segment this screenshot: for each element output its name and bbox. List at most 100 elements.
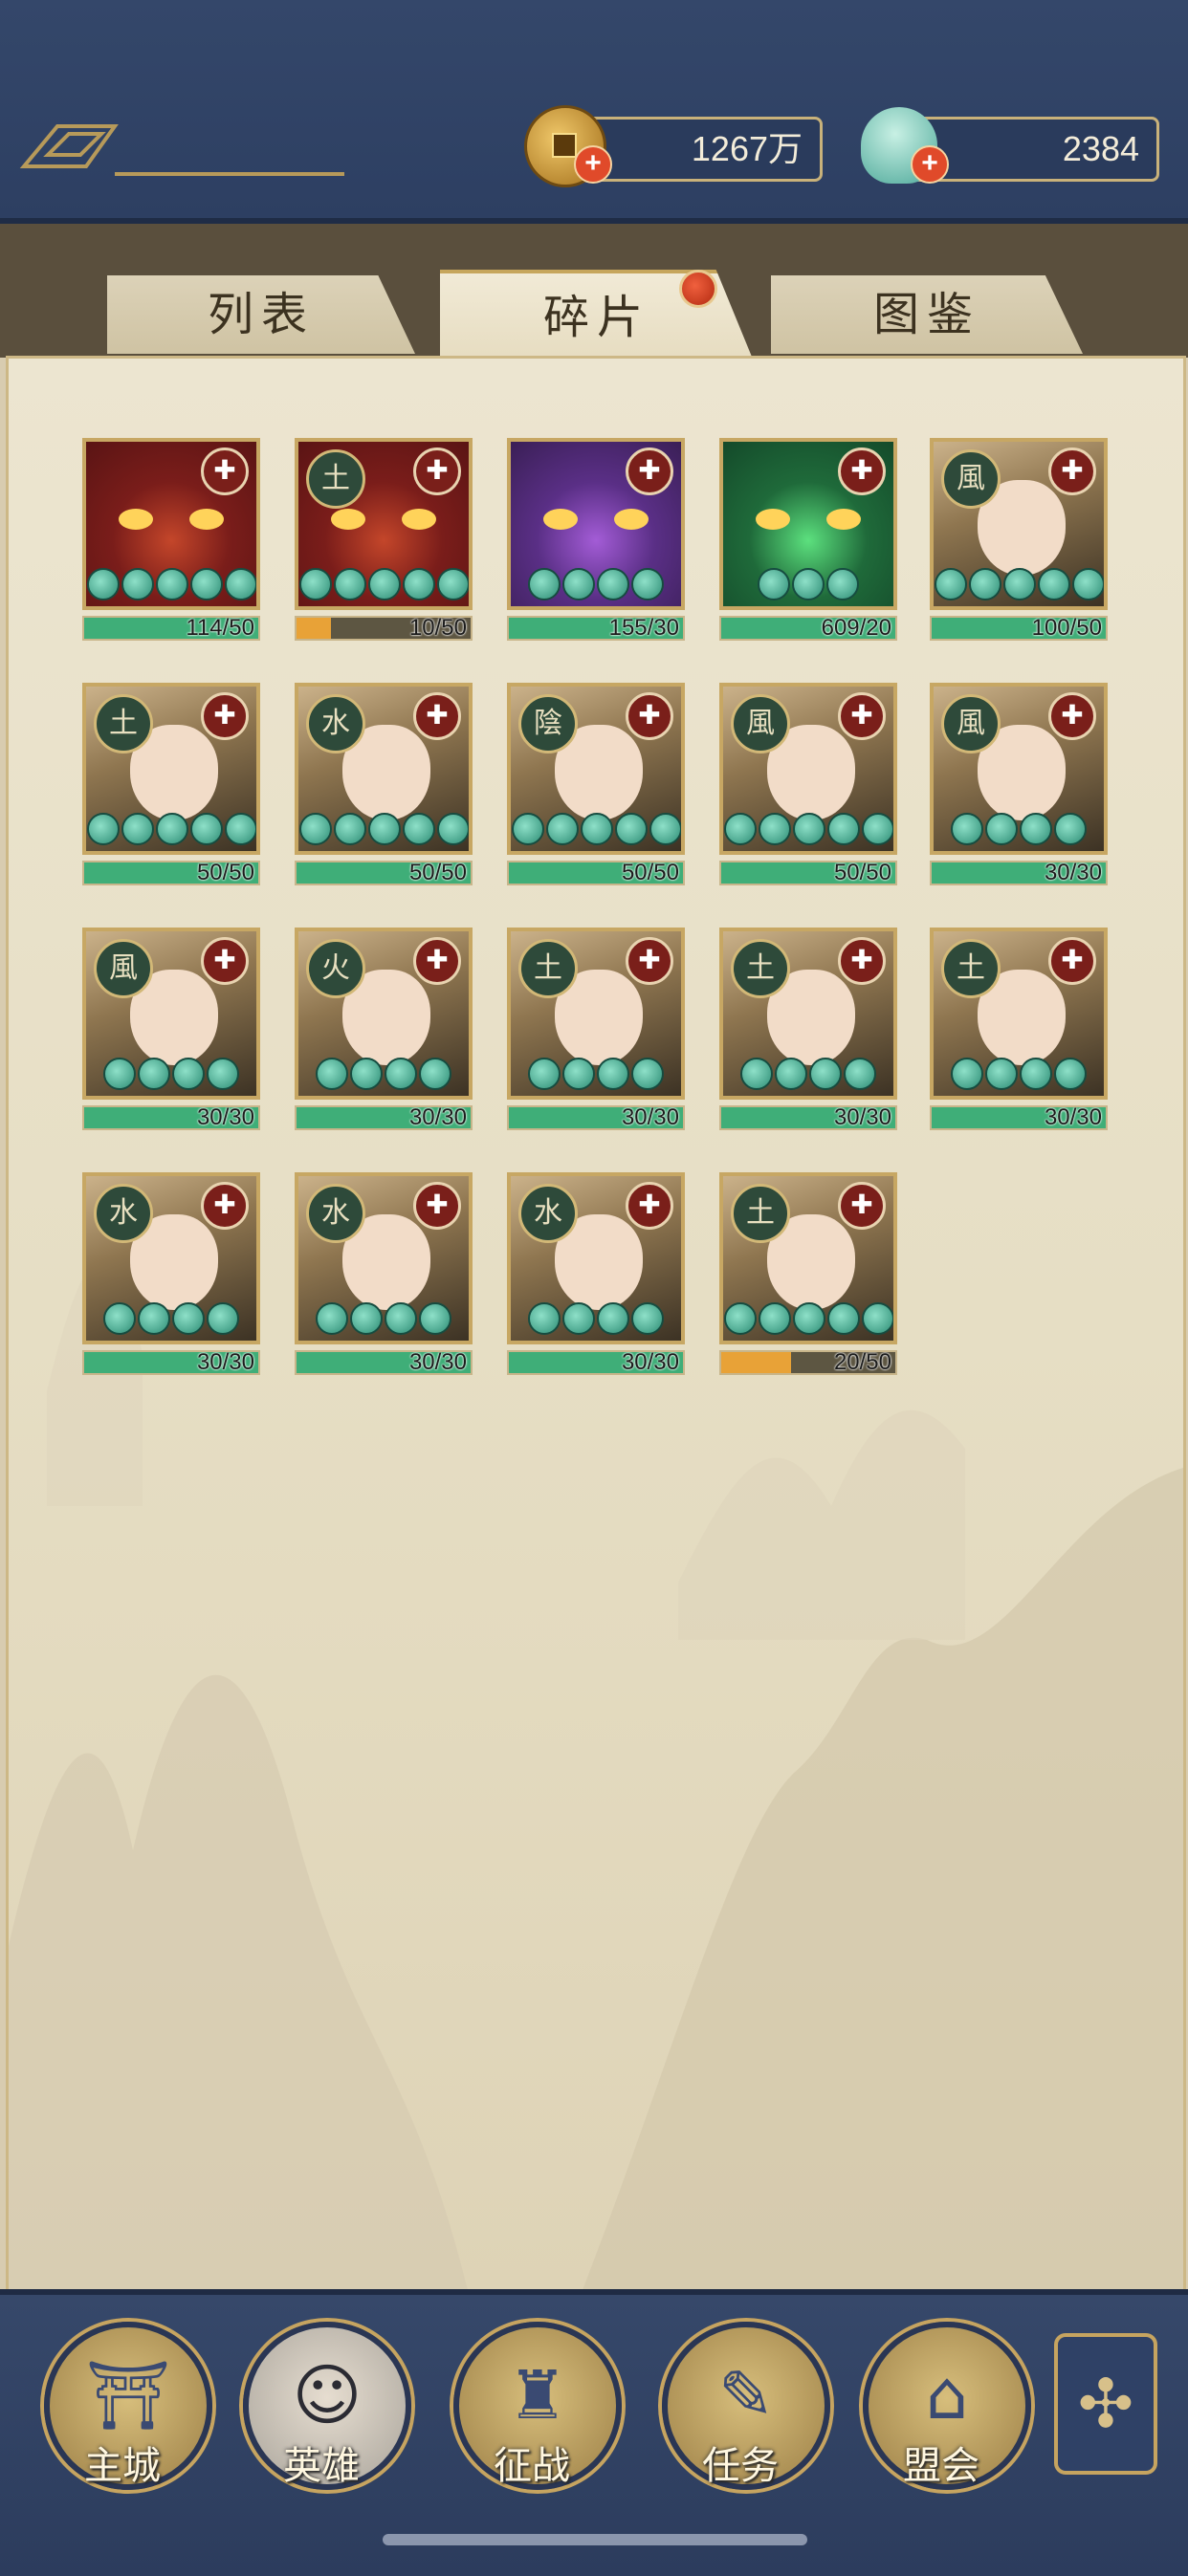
jade-star-icon [1038,568,1070,600]
hero-fragment-card[interactable]: 土 ✚ [930,928,1108,1100]
star-rating [86,813,256,845]
home-indicator[interactable] [383,2534,807,2545]
star-rating [511,1302,681,1335]
star-rating [723,568,893,600]
nav-battle-label: 征战 [494,2444,570,2488]
jade-star-icon [597,1302,629,1335]
jade-star-icon [103,1058,136,1090]
cloud-pattern-icon [19,124,344,176]
hero-fragment-card[interactable]: 風 ✚ [930,438,1108,610]
jade-star-icon [935,568,967,600]
hero-fragment-card[interactable]: 水 ✚ [295,683,473,855]
progress-text: 30/30 [196,1105,254,1130]
element-badge-icon: 土 [731,939,790,998]
jade-star-icon [121,568,154,600]
progress-text: 30/30 [621,1350,679,1375]
jade-star-icon [419,1058,451,1090]
jade-star-icon [969,568,1001,600]
jade-star-icon [528,568,561,600]
jade-star-icon [597,1058,629,1090]
jade-star-icon [793,813,825,845]
puzzle-piece-icon: ✚ [1048,937,1096,985]
hero-fragment-card[interactable]: 土 ✚ [719,928,897,1100]
element-badge-icon: 土 [941,939,1001,998]
nav-main-city-label: 主城 [84,2444,161,2488]
hero-fragment-card[interactable]: 風 ✚ [930,683,1108,855]
jade-star-icon [1054,813,1087,845]
mask-eyes-icon [543,509,649,537]
tab-codex-label: 图鉴 [872,288,980,341]
top-bar: 1267万 + 2384 + [0,0,1188,224]
jade-star-icon [844,1058,876,1090]
fragment-progress-bar: 100/50 [930,616,1108,641]
jade-star-icon [528,1058,561,1090]
jade-star-icon [138,1058,170,1090]
hero-fragment-card[interactable]: ✚ [82,438,260,610]
jade-star-icon [316,1058,348,1090]
hero-fragment-card[interactable]: 陰 ✚ [507,683,685,855]
jade-star-icon [207,1302,239,1335]
hero-fragment-card[interactable]: 風 ✚ [719,683,897,855]
tab-list-label: 列表 [207,288,315,341]
jade-star-icon [299,568,332,600]
puzzle-piece-icon: ✚ [413,937,461,985]
hero-fragment-card[interactable]: 風 ✚ [82,928,260,1100]
hero-fragment-card[interactable]: 土 ✚ [507,928,685,1100]
jade-star-icon [172,1058,205,1090]
element-badge-icon: 土 [94,694,153,753]
hero-fragment-card[interactable]: 水 ✚ [295,1172,473,1344]
jade-star-icon [350,1302,383,1335]
fragment-progress-bar: 30/30 [507,1105,685,1130]
element-badge-icon: 火 [306,939,365,998]
alliance-gate-icon: ⌂ [925,2356,969,2434]
puzzle-piece-icon: ✚ [1048,692,1096,740]
progress-text: 100/50 [1031,616,1102,641]
more-menu-button[interactable]: ✣ [1054,2333,1157,2475]
hero-fragment-card[interactable]: 土 ✚ [295,438,473,610]
jade-star-icon [724,1302,757,1335]
hero-fragment-card[interactable]: ✚ [507,438,685,610]
star-rating [934,813,1104,845]
hero-fragment-card[interactable]: ✚ [719,438,897,610]
progress-text: 609/20 [821,616,891,641]
element-badge-icon: 風 [731,694,790,753]
nav-tasks-label: 任务 [702,2444,779,2488]
puzzle-piece-icon: ✚ [201,692,249,740]
puzzle-piece-icon: ✚ [201,937,249,985]
hero-fragment-card[interactable]: 水 ✚ [507,1172,685,1344]
puzzle-piece-icon: ✚ [201,1182,249,1230]
jade-star-icon [225,568,256,600]
hero-fragment-card[interactable]: 水 ✚ [82,1172,260,1344]
progress-text: 114/50 [186,616,254,641]
jade-star-icon [316,1302,348,1335]
jade-star-icon [190,568,223,600]
jade-star-icon [758,568,790,600]
jade-star-icon [385,1302,417,1335]
jade-star-icon [156,568,188,600]
progress-text: 50/50 [621,861,679,885]
element-badge-icon: 風 [941,449,1001,509]
add-gems-icon[interactable]: + [911,145,949,184]
jade-star-icon [826,568,859,600]
battle-horn-icon: ♜ [507,2356,568,2434]
hero-fragment-card[interactable]: 土 ✚ [719,1172,897,1344]
jade-star-icon [334,813,366,845]
hero-fragment-card[interactable]: 火 ✚ [295,928,473,1100]
star-rating [511,1058,681,1090]
jade-star-icon [827,813,860,845]
fragment-progress-bar: 30/30 [295,1350,473,1375]
fragment-progress-bar: 30/30 [82,1350,260,1375]
jade-star-icon [862,813,893,845]
puzzle-piece-icon: ✚ [413,1182,461,1230]
element-badge-icon: 水 [306,1184,365,1243]
tab-list[interactable]: 列表 [107,275,415,354]
mask-eyes-icon [119,509,224,537]
puzzle-piece-icon: ✚ [626,1182,673,1230]
jade-star-icon [437,568,469,600]
tab-codex[interactable]: 图鉴 [771,275,1083,354]
hero-fragment-card[interactable]: 土 ✚ [82,683,260,855]
add-coins-icon[interactable]: + [574,145,612,184]
star-rating [723,813,893,845]
jade-star-icon [631,1058,664,1090]
jade-star-icon [793,1302,825,1335]
